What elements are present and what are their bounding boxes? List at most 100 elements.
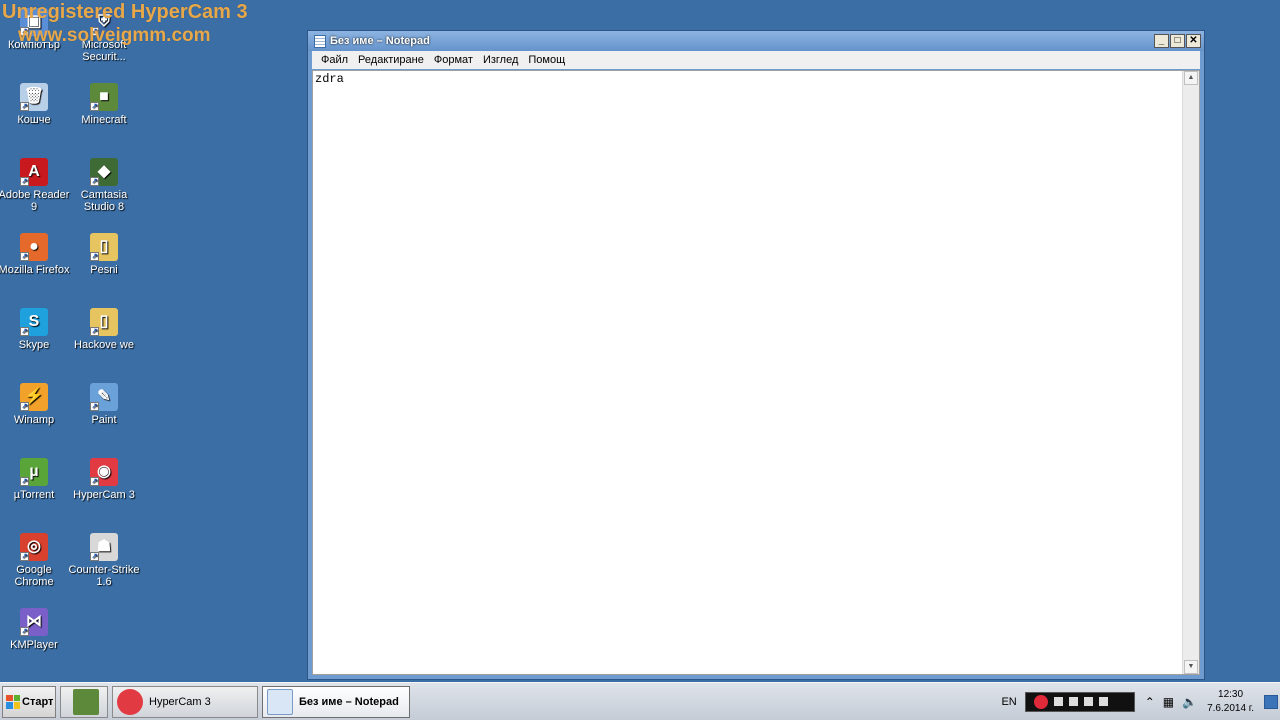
scroll-up-icon[interactable]: ▲ xyxy=(1184,71,1198,85)
desktop-icon-label: KMPlayer xyxy=(10,639,58,651)
menu-view[interactable]: Изглед xyxy=(478,54,523,66)
system-tray: EN ⌃ ▦ 🔈 12:30 7.6.2014 г. xyxy=(993,683,1280,720)
desktop-icon-label: Microsoft Securit... xyxy=(81,39,127,63)
window-title: Без име – Notepad xyxy=(330,35,430,47)
maximize-button[interactable]: □ xyxy=(1170,34,1185,48)
desktop-icon[interactable]: ☗ ↗ Counter-Strike 1.6 xyxy=(68,533,140,588)
shortcut-arrow-icon: ↗ xyxy=(90,102,99,111)
vertical-scrollbar[interactable]: ▲ ▼ xyxy=(1182,71,1199,674)
shortcut-arrow-icon: ↗ xyxy=(90,252,99,261)
desktop-icon[interactable]: ✎ ↗ Paint xyxy=(68,383,140,426)
desktop-icon[interactable]: µ ↗ µTorrent xyxy=(0,458,70,501)
shortcut-arrow-icon: ↗ xyxy=(90,27,99,36)
start-button[interactable]: Старт xyxy=(2,685,56,718)
notepad-icon xyxy=(314,34,326,48)
app-icon: ◆ ↗ xyxy=(90,158,118,186)
text-area[interactable]: zdra xyxy=(313,71,1182,674)
language-indicator[interactable]: EN xyxy=(993,696,1024,708)
shortcut-arrow-icon: ↗ xyxy=(90,552,99,561)
desktop-icon[interactable]: ▯ ↗ Hackove we xyxy=(68,308,140,351)
desktop-icon[interactable]: ◉ ↗ HyperCam 3 xyxy=(68,458,140,501)
desktop-icon-label: Компютър xyxy=(7,39,61,51)
desktop-icon-label: Mozilla Firefox xyxy=(0,264,70,276)
desktop-icon[interactable]: ⛨ ↗ Microsoft Securit... xyxy=(68,8,140,63)
desktop-icon[interactable]: ▯ ↗ Pesni xyxy=(68,233,140,276)
taskbar: Старт HyperCam 3 Без име – Notepad EN ⌃ … xyxy=(0,682,1280,720)
desktop-icon-label: µTorrent xyxy=(13,489,55,501)
close-button[interactable]: ✕ xyxy=(1186,34,1201,48)
app-icon: ◉ ↗ xyxy=(90,458,118,486)
clock-time: 12:30 xyxy=(1218,688,1244,700)
taskbar-notepad-button[interactable]: Без име – Notepad xyxy=(262,685,410,718)
settings-icon[interactable] xyxy=(1098,697,1108,706)
stop-icon[interactable] xyxy=(1053,697,1063,706)
desktop-icon-label: Кошче xyxy=(17,114,51,126)
desktop-icon-label: Skype xyxy=(18,339,50,351)
shortcut-arrow-icon: ↗ xyxy=(90,177,99,186)
taskbar-minecraft-button[interactable] xyxy=(60,685,108,718)
app-icon: A ↗ xyxy=(20,158,48,186)
desktop-icon-label: Minecraft xyxy=(81,114,127,126)
app-icon: ● ↗ xyxy=(20,233,48,261)
shortcut-arrow-icon: ↗ xyxy=(20,477,29,486)
shortcut-arrow-icon: ↗ xyxy=(90,477,99,486)
menu-format[interactable]: Формат xyxy=(429,54,478,66)
hypercam-control-bar[interactable] xyxy=(1024,691,1135,712)
desktop-icon[interactable]: ● ↗ Mozilla Firefox xyxy=(0,233,70,276)
desktop-icon-label: Camtasia Studio 8 xyxy=(80,189,128,213)
shortcut-arrow-icon: ↗ xyxy=(20,327,29,336)
desktop-icon[interactable]: ■ ↗ Minecraft xyxy=(68,83,140,126)
taskbar-hypercam-button[interactable]: HyperCam 3 xyxy=(112,685,258,718)
shortcut-arrow-icon: ↗ xyxy=(20,552,29,561)
network-icon[interactable]: ▦ xyxy=(1163,695,1174,709)
clock-date: 7.6.2014 г. xyxy=(1207,702,1254,714)
app-icon: 🗑 ↗ xyxy=(20,83,48,111)
desktop-icon[interactable]: A ↗ Adobe Reader 9 xyxy=(0,158,70,213)
shortcut-arrow-icon: ↗ xyxy=(20,27,29,36)
app-icon: ⋈ ↗ xyxy=(20,608,48,636)
taskbar-hypercam-label: HyperCam 3 xyxy=(149,695,211,708)
pause-record-icon[interactable] xyxy=(1033,694,1048,709)
desktop-icon[interactable]: ◎ ↗ Google Chrome xyxy=(0,533,70,588)
notepad-window[interactable]: Без име – Notepad _ □ ✕ Файл Редактиране… xyxy=(307,30,1205,680)
minimize-button[interactable]: _ xyxy=(1154,34,1169,48)
shortcut-arrow-icon: ↗ xyxy=(20,627,29,636)
menu-help[interactable]: Помощ xyxy=(523,54,570,66)
tray-expand-icon[interactable]: ⌃ xyxy=(1145,695,1155,709)
minecraft-icon xyxy=(73,688,99,715)
start-label: Старт xyxy=(22,695,54,708)
shortcut-arrow-icon: ↗ xyxy=(20,402,29,411)
desktop-icon-label: Adobe Reader 9 xyxy=(0,189,70,213)
app-icon: ▯ ↗ xyxy=(90,308,118,336)
desktop-icon[interactable]: ▣ ↗ Компютър xyxy=(0,8,70,51)
volume-icon[interactable]: 🔈 xyxy=(1182,695,1197,709)
screenshot-icon[interactable] xyxy=(1068,697,1078,706)
mute-icon[interactable] xyxy=(1083,697,1093,706)
desktop-icon-label: Pesni xyxy=(90,264,118,276)
menu-bar: Файл Редактиране Формат Изглед Помощ xyxy=(312,51,1200,69)
hypercam-icon xyxy=(117,688,143,715)
title-bar[interactable]: Без име – Notepad _ □ ✕ xyxy=(308,31,1204,51)
menu-edit[interactable]: Редактиране xyxy=(353,54,429,66)
menu-file[interactable]: Файл xyxy=(316,54,353,66)
notepad-taskbar-icon xyxy=(267,688,293,715)
desktop-icon[interactable]: ⚡ ↗ Winamp xyxy=(0,383,70,426)
desktop-icon-label: Counter-Strike 1.6 xyxy=(68,564,140,588)
editor[interactable]: zdra ▲ ▼ xyxy=(312,70,1200,675)
desktop-icon[interactable]: 🗑 ↗ Кошче xyxy=(0,83,70,126)
show-desktop-button[interactable] xyxy=(1264,694,1278,709)
desktop-icon-label: Winamp xyxy=(13,414,55,426)
desktop-icon[interactable]: S ↗ Skype xyxy=(0,308,70,351)
desktop-icon[interactable]: ⋈ ↗ KMPlayer xyxy=(0,608,70,651)
app-icon: ⚡ ↗ xyxy=(20,383,48,411)
clock[interactable]: 12:30 7.6.2014 г. xyxy=(1207,688,1264,716)
shortcut-arrow-icon: ↗ xyxy=(90,402,99,411)
app-icon: S ↗ xyxy=(20,308,48,336)
app-icon: ⛨ ↗ xyxy=(90,8,118,36)
desktop-icon[interactable]: ◆ ↗ Camtasia Studio 8 xyxy=(68,158,140,213)
desktop-icon-label: Google Chrome xyxy=(14,564,54,588)
shortcut-arrow-icon: ↗ xyxy=(20,252,29,261)
shortcut-arrow-icon: ↗ xyxy=(20,102,29,111)
scroll-down-icon[interactable]: ▼ xyxy=(1184,660,1198,674)
desktop-icon-label: Hackove we xyxy=(74,339,134,351)
